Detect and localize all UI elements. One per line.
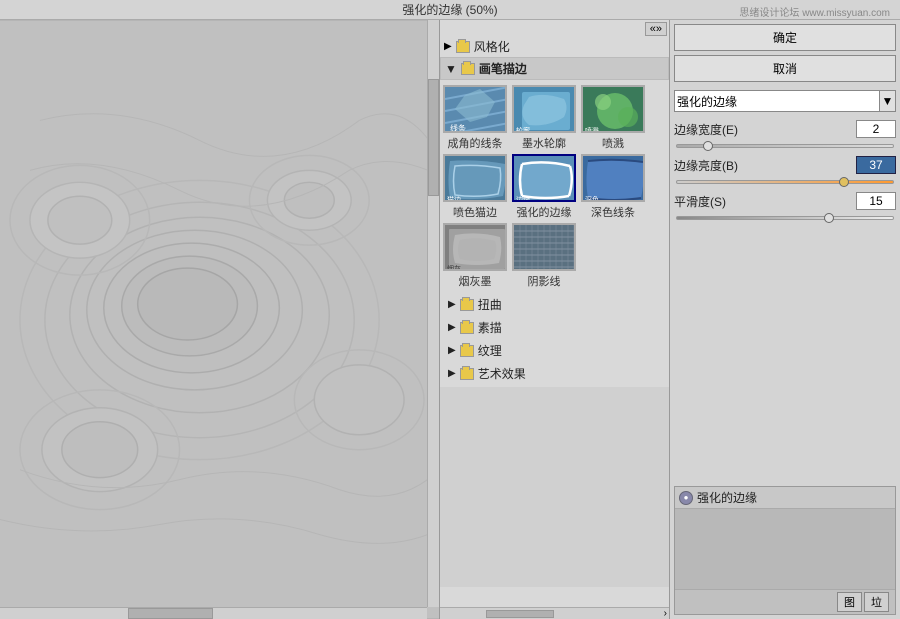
confirm-button[interactable]: 确定 bbox=[674, 24, 896, 51]
thumb-img-pengmao: 猫边 bbox=[443, 154, 507, 202]
slider-pinghuadu[interactable] bbox=[674, 216, 896, 220]
preview-hscroll[interactable] bbox=[0, 607, 427, 619]
folder-icon-huabi bbox=[461, 63, 475, 75]
svg-text:线条: 线条 bbox=[450, 123, 466, 133]
arrow-niuqu: ▶ bbox=[448, 299, 456, 310]
filter-panel: «» ▶ 风格化 ▼ 画笔描边 bbox=[440, 20, 670, 619]
svg-text:猫边: 猫边 bbox=[447, 195, 461, 202]
thumb-label-penpen: 喷溅 bbox=[602, 135, 624, 151]
folder-icon-wenli bbox=[460, 345, 474, 357]
param-value-bianyuan-kuandu[interactable] bbox=[856, 120, 896, 138]
layer-preview bbox=[675, 509, 895, 589]
svg-text:轮廓: 轮廓 bbox=[516, 126, 530, 133]
arrow-huabi-down: ▼ bbox=[445, 62, 457, 76]
filter-label-sumiao: 素描 bbox=[478, 319, 502, 336]
filter-label-fenge: 风格化 bbox=[474, 38, 510, 55]
param-label-pinghuadu: 平滑度(S) bbox=[674, 193, 856, 210]
thumb-moshuihe[interactable]: 轮廓 墨水轮廓 bbox=[511, 85, 577, 151]
layer-eye-btn[interactable]: ● bbox=[679, 491, 693, 505]
settings-panel: 确定 取消 ▼ 边缘宽度(E) 边缘亮度(B) bbox=[670, 20, 900, 619]
layer-name-label: 强化的边缘 bbox=[697, 489, 757, 506]
layer-add-btn[interactable]: 图 bbox=[837, 592, 862, 612]
layer-panel: ● 强化的边缘 图 垃 bbox=[674, 486, 896, 615]
brush-thumbnails-grid: 线条 成角的线条 轮廓 bbox=[440, 83, 669, 291]
thumb-label-shense: 深色线条 bbox=[591, 204, 635, 220]
preview-vscroll[interactable] bbox=[427, 20, 439, 607]
thumb-shense[interactable]: 深色 深色线条 bbox=[580, 154, 646, 220]
cancel-button[interactable]: 取消 bbox=[674, 55, 896, 82]
preview-panel bbox=[0, 20, 440, 619]
filter-content: ▶ 风格化 ▼ 画笔描边 bbox=[440, 36, 669, 607]
thumb-img-shense: 深色 bbox=[581, 154, 645, 202]
filter-hscroll-right[interactable]: › bbox=[662, 608, 669, 619]
svg-text:边缘: 边缘 bbox=[516, 195, 530, 202]
thumb-img-chengjiao: 线条 bbox=[443, 85, 507, 133]
thumb-label-moshuihe: 墨水轮廓 bbox=[522, 135, 566, 151]
filter-group-wenli[interactable]: ▶ 纹理 bbox=[444, 339, 665, 362]
folder-icon-fenge bbox=[456, 41, 470, 53]
layer-delete-btn[interactable]: 垃 bbox=[864, 592, 889, 612]
layer-bottom-bar: 图 垃 bbox=[675, 589, 895, 614]
slider-bianyuan-kuandu[interactable] bbox=[674, 144, 896, 148]
preview-canvas bbox=[0, 20, 439, 619]
filter-group-sumiao[interactable]: ▶ 素描 bbox=[444, 316, 665, 339]
watermark-text: 思绪设计论坛 www.missyuan.com bbox=[739, 4, 890, 19]
folder-icon-yishu bbox=[460, 368, 474, 380]
thumb-img-feihui: 烟灰 bbox=[443, 223, 507, 271]
folder-icon-sumiao bbox=[460, 322, 474, 334]
thumb-label-feihui: 烟灰墨 bbox=[459, 273, 492, 289]
thumb-img-yinying bbox=[512, 223, 576, 271]
filter-label-wenli: 纹理 bbox=[478, 342, 502, 359]
thumb-yinying[interactable]: 阴影线 bbox=[511, 223, 577, 289]
thumb-label-pengmao: 喷色猫边 bbox=[453, 204, 497, 220]
param-row-pinghuadu: 平滑度(S) bbox=[674, 192, 896, 210]
thumb-qianghua[interactable]: 边缘 强化的边缘 bbox=[511, 154, 577, 220]
filter-group-fenge[interactable]: ▶ 风格化 bbox=[440, 36, 669, 57]
param-row-bianyuan-liangdu: 边缘亮度(B) bbox=[674, 156, 896, 174]
folder-icon-niuqu bbox=[460, 299, 474, 311]
settings-spacer bbox=[674, 228, 896, 486]
filter-empty-area bbox=[440, 387, 669, 587]
filter-group-niuqu[interactable]: ▶ 扭曲 bbox=[444, 293, 665, 316]
arrow-fenge: ▶ bbox=[444, 41, 452, 52]
param-label-bianyuan-kuandu: 边缘宽度(E) bbox=[674, 121, 856, 138]
title-bar-text: 强化的边缘 (50%) bbox=[402, 1, 497, 18]
filter-group-huabi: ▼ 画笔描边 bbox=[440, 57, 669, 291]
param-value-pinghuadu[interactable] bbox=[856, 192, 896, 210]
filter-label-niuqu: 扭曲 bbox=[478, 296, 502, 313]
param-label-bianyuan-liangdu: 边缘亮度(B) bbox=[674, 157, 856, 174]
filter-hscroll[interactable]: › bbox=[440, 607, 669, 619]
filter-select-dropdown-btn[interactable]: ▼ bbox=[880, 90, 896, 112]
filter-select-input[interactable] bbox=[674, 90, 880, 112]
filter-label-yishu: 艺术效果 bbox=[478, 365, 526, 382]
arrow-sumiao: ▶ bbox=[448, 322, 456, 333]
thumb-img-qianghua: 边缘 bbox=[512, 154, 576, 202]
thumb-img-moshuihe: 轮廓 bbox=[512, 85, 576, 133]
thumb-label-yinying: 阴影线 bbox=[528, 273, 561, 289]
thumb-pengmao[interactable]: 猫边 喷色猫边 bbox=[442, 154, 508, 220]
filter-group-yishu[interactable]: ▶ 艺术效果 bbox=[444, 362, 665, 385]
filter-label-huabi: 画笔描边 bbox=[479, 60, 527, 77]
thumb-img-penpen: 喷溅 bbox=[581, 85, 645, 133]
layer-panel-header: ● 强化的边缘 bbox=[675, 487, 895, 509]
slider-bianyuan-liangdu[interactable] bbox=[674, 180, 896, 184]
thumb-label-chengjiao: 成角的线条 bbox=[448, 135, 503, 151]
thumb-feihui[interactable]: 烟灰 烟灰墨 bbox=[442, 223, 508, 289]
thumb-chengjiao[interactable]: 线条 成角的线条 bbox=[442, 85, 508, 151]
arrow-yishu: ▶ bbox=[448, 368, 456, 379]
eye-icon: ● bbox=[684, 493, 689, 502]
filter-select-row: ▼ bbox=[674, 90, 896, 112]
param-row-bianyuan-kuandu: 边缘宽度(E) bbox=[674, 120, 896, 138]
svg-text:烟灰: 烟灰 bbox=[447, 264, 461, 271]
thumb-label-qianghua: 强化的边缘 bbox=[517, 204, 572, 220]
svg-text:深色: 深色 bbox=[585, 195, 599, 202]
arrow-wenli: ▶ bbox=[448, 345, 456, 356]
brush-header[interactable]: ▼ 画笔描边 bbox=[440, 57, 669, 80]
collapsed-sections: ▶ 扭曲 ▶ 素描 ▶ 纹理 ▶ 艺术效果 bbox=[440, 291, 669, 387]
param-value-bianyuan-liangdu[interactable] bbox=[856, 156, 896, 174]
collapse-panel-btn[interactable]: «» bbox=[645, 22, 667, 36]
svg-text:喷溅: 喷溅 bbox=[585, 126, 599, 133]
thumb-penpen[interactable]: 喷溅 喷溅 bbox=[580, 85, 646, 151]
